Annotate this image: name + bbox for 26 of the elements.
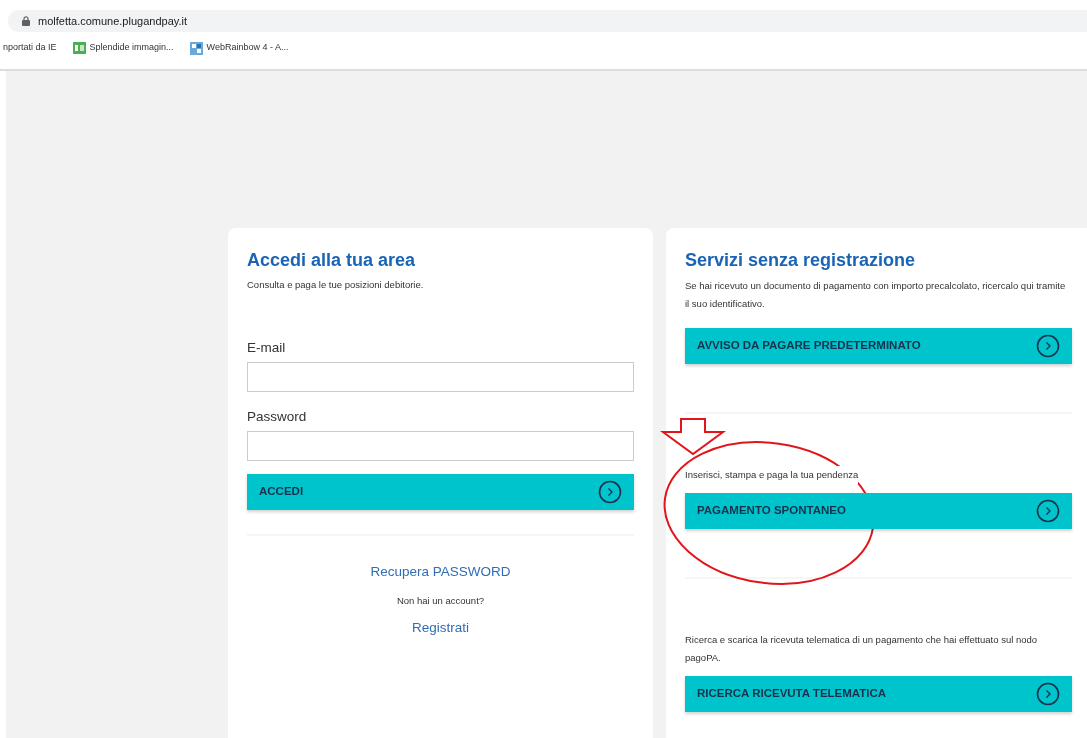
bookmark-link[interactable]: WebRainbow 4 - A...: [206, 41, 289, 55]
chevron-circle-icon: [598, 480, 622, 505]
service-button[interactable]: PAGAMENTO SPONTANEO: [685, 492, 1072, 529]
card-subtitle: Consulta e paga le tue posizioni debitorie.: [247, 277, 425, 292]
card-title: Servizi senza registrazione: [685, 250, 917, 272]
input-field[interactable]: [247, 431, 634, 462]
url-text[interactable]: molfetta.comune.plugandpay.it: [38, 12, 187, 30]
service-button[interactable]: RICERCA RICEVUTA TELEMATICA: [685, 675, 1072, 712]
login-button[interactable]: ACCEDI: [247, 474, 634, 511]
chevron-circle-icon: [1036, 681, 1060, 706]
bookmark-link[interactable]: nportati da IE: [3, 41, 57, 55]
register-link[interactable]: Registrati: [412, 618, 469, 639]
field-label: Password: [247, 407, 308, 426]
lock-icon: [22, 16, 30, 26]
account-question: Non hai un account?: [396, 594, 485, 609]
bookmark-logo-icon: [189, 41, 203, 55]
field-label: E-mail: [247, 338, 287, 357]
bookmark-logo-icon: [72, 42, 86, 54]
card-title: Accedi alla tua area: [247, 250, 417, 272]
input-field[interactable]: [247, 361, 634, 392]
chevron-circle-icon: [1036, 333, 1060, 358]
recover-password-link[interactable]: Recupera PASSWORD: [370, 562, 511, 583]
service-description: Inserisci, stampa e paga la tua pendenza: [685, 465, 859, 484]
bookmark-link[interactable]: Splendide immagin...: [89, 41, 174, 55]
chevron-circle-icon: [1036, 498, 1060, 523]
service-button[interactable]: AVVISO DA PAGARE PREDETERMINATO: [685, 327, 1072, 364]
